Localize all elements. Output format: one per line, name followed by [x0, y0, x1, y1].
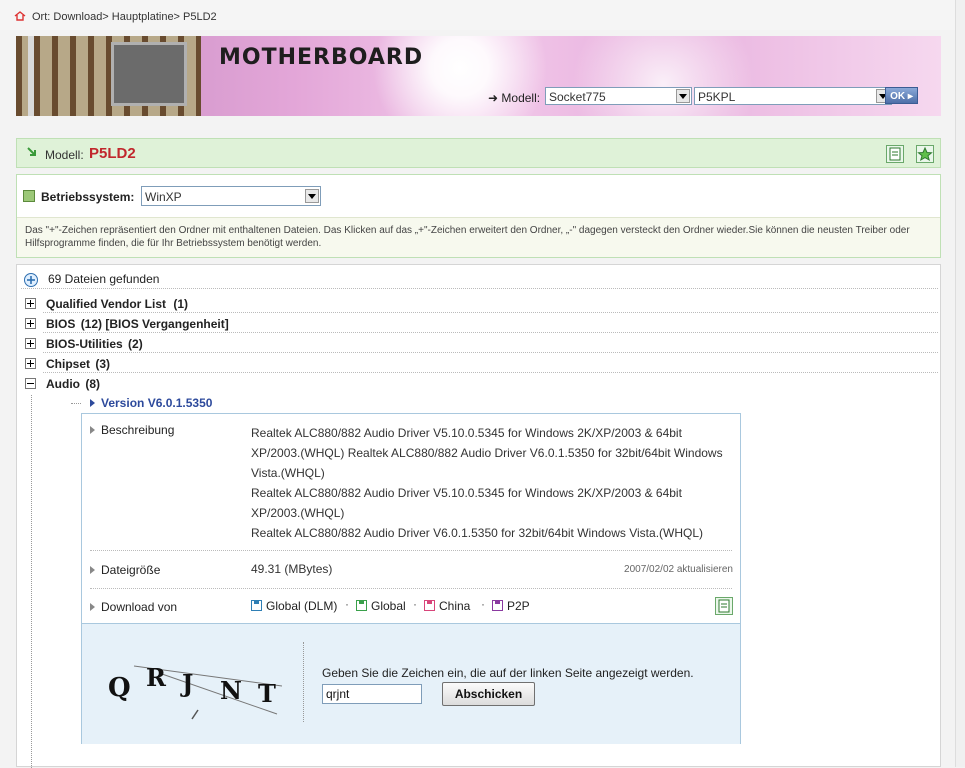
favorite-star-icon[interactable] [916, 145, 934, 163]
expand-icon[interactable] [25, 338, 36, 349]
files-panel: 69 Dateien gefunden Qualified Vendor Lis… [16, 264, 941, 768]
download-global-dlm[interactable]: Global (DLM) [251, 599, 337, 613]
os-selector-box: Betriebssystem: WinXP Das "+"-Zeichen re… [16, 174, 941, 258]
play-icon: ▸ [907, 91, 913, 102]
disk-icon [251, 600, 262, 611]
download-global[interactable]: Global [356, 599, 406, 613]
add-folder-icon [24, 273, 38, 287]
chevron-down-icon[interactable] [676, 89, 690, 103]
captcha-char: R [146, 663, 167, 692]
files-count: 69 Dateien gefunden [48, 272, 160, 286]
updated-date: 2007/02/02 aktualisieren [624, 564, 733, 575]
chevron-down-icon[interactable] [305, 189, 319, 203]
category-bios[interactable]: BIOS (12) [BIOS Vergangenheit] [25, 317, 229, 331]
collapse-icon[interactable] [25, 378, 36, 389]
captcha-image: Q R J N T [108, 663, 282, 720]
download-p2p[interactable]: P2P [492, 599, 530, 613]
model-label: Modell: [45, 148, 84, 162]
expand-icon[interactable] [25, 358, 36, 369]
cube-icon [23, 190, 35, 202]
triangle-icon [90, 399, 95, 407]
os-label: Betriebssystem: [41, 190, 135, 204]
model-select[interactable]: P5KPL [694, 87, 892, 105]
expand-icon[interactable] [25, 298, 36, 309]
scrollbar[interactable] [955, 0, 965, 767]
category-audio[interactable]: Audio (8) [25, 377, 100, 391]
motherboard-image [16, 36, 201, 116]
file-size-label: Dateigröße [90, 563, 160, 577]
download-china[interactable]: China [424, 599, 470, 613]
os-info-text: Das "+"-Zeichen repräsentiert den Ordner… [17, 217, 940, 257]
captcha-char: Q [108, 673, 131, 703]
category-bios-utilities[interactable]: BIOS-Utilities (2) [25, 337, 143, 351]
version-link[interactable]: Version V6.0.1.5350 [90, 396, 212, 410]
arrow-down-right-icon [27, 147, 36, 156]
banner-modell-label: ➜ Modell: [488, 91, 541, 105]
captcha-char: N [220, 676, 242, 705]
socket-select[interactable]: Socket775 [545, 87, 692, 105]
captcha-input[interactable]: qrjnt [322, 684, 422, 704]
file-size-value: 49.31 (MBytes) [251, 562, 333, 576]
captcha-instruction: Geben Sie die Zeichen ein, die auf der l… [322, 666, 694, 680]
triangle-icon [90, 566, 95, 574]
disk-icon [424, 600, 435, 611]
captcha-char: T [258, 679, 276, 708]
breadcrumb: Ort: Download> Hauptplatine> P5LD2 [14, 11, 217, 23]
category-chipset[interactable]: Chipset (3) [25, 357, 110, 371]
disk-icon [492, 600, 503, 611]
ok-button[interactable]: OK ▸ [885, 87, 918, 104]
captcha-section: Q R J N T Geben Sie die Zeichen ein, die… [82, 623, 740, 744]
motherboard-banner: MOTHERBOARD ➜ Modell: Socket775 P5KPL [16, 36, 941, 116]
model-value: P5LD2 [89, 145, 136, 162]
print-icon[interactable] [715, 597, 733, 615]
submit-button[interactable]: Abschicken [442, 682, 535, 706]
top-bar: Ort: Download> Hauptplatine> P5LD2 [0, 0, 965, 30]
breadcrumb-text[interactable]: Ort: Download> Hauptplatine> P5LD2 [32, 11, 217, 23]
model-header: Modell: P5LD2 [16, 138, 941, 168]
description-text: Realtek ALC880/882 Audio Driver V5.10.0.… [251, 426, 723, 540]
description-label: Beschreibung [90, 423, 174, 437]
captcha-char: J [180, 669, 193, 698]
print-icon[interactable] [886, 145, 904, 163]
expand-icon[interactable] [25, 318, 36, 329]
triangle-icon [90, 603, 95, 611]
audio-item-panel: Beschreibung Realtek ALC880/882 Audio Dr… [81, 413, 741, 744]
triangle-icon [90, 426, 95, 434]
banner-title: MOTHERBOARD [219, 45, 424, 70]
os-select[interactable]: WinXP [141, 186, 321, 206]
category-qualified-vendor-list[interactable]: Qualified Vendor List (1) [25, 297, 188, 311]
disk-icon [356, 600, 367, 611]
bios-history-link[interactable]: [BIOS Vergangenheit] [105, 317, 228, 331]
home-icon[interactable] [14, 11, 26, 21]
download-label: Download von [90, 600, 177, 614]
arrow-right-icon: ➜ [488, 91, 499, 105]
